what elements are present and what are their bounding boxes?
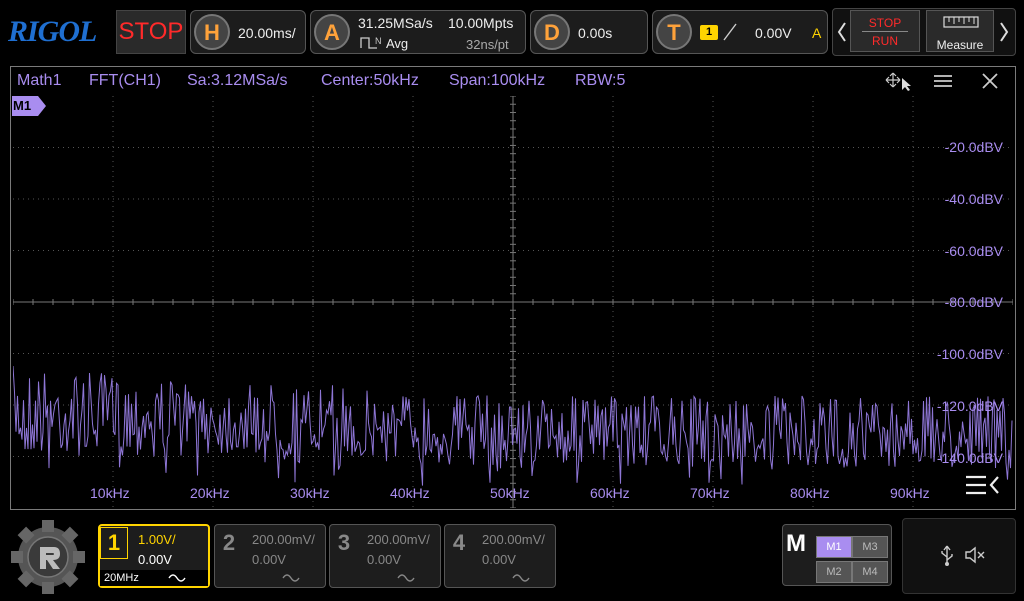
channel-2-offset: 0.00V	[252, 552, 286, 567]
channel-2-scale: 200.00mV/	[252, 532, 315, 547]
trigger-key[interactable]: T	[656, 14, 692, 50]
y-label-140: -140.0dBV	[936, 450, 1003, 466]
timebase-value: 20.00ms/	[238, 25, 296, 41]
channel-3-scale: 200.00mV/	[367, 532, 430, 547]
channel-1-scale: 1.00V/	[138, 532, 176, 547]
x-label-80k: 80kHz	[790, 485, 830, 501]
memory-depth: 10.00Mpts	[448, 15, 514, 31]
math-operation: FFT(CH1)	[89, 72, 161, 89]
ac-coupling-icon	[397, 571, 415, 583]
chevron-left-icon[interactable]	[836, 20, 848, 44]
x-label-90k: 90kHz	[890, 485, 930, 501]
math-span: Span:100kHz	[449, 72, 546, 89]
math-sample-rate: Sa:3.12MSa/s	[187, 72, 288, 89]
y-label-100: -100.0dBV	[936, 346, 1003, 362]
math-rbw: RBW:5	[575, 72, 626, 89]
x-label-30k: 30kHz	[290, 485, 330, 501]
channel-1-bw-limit: 20MHz	[104, 572, 139, 584]
math-m1-button[interactable]: M1	[816, 536, 852, 558]
y-label-60: -60.0dBV	[944, 243, 1003, 259]
x-label-10k: 10kHz	[90, 485, 130, 501]
trigger-source-badge: 1	[700, 25, 718, 40]
channel-4-number: 4	[452, 530, 466, 555]
x-label-20k: 20kHz	[190, 485, 230, 501]
ac-coupling-icon	[282, 571, 300, 583]
measure-label: Measure	[936, 38, 984, 52]
acquire-mode: Avg	[386, 36, 409, 51]
y-label-120: -120.0dBV	[936, 398, 1003, 414]
sample-period: 32ns/pt	[466, 37, 509, 52]
speaker-muted-icon[interactable]	[964, 545, 988, 565]
channel-3-offset: 0.00V	[367, 552, 401, 567]
x-label-50k: 50kHz	[490, 485, 530, 501]
rigol-logo: RIGOL	[8, 15, 97, 48]
x-label-60k: 60kHz	[590, 485, 630, 501]
channel-3-number: 3	[337, 530, 351, 555]
fft-display[interactable]	[13, 96, 1013, 508]
ac-coupling-icon	[168, 571, 186, 583]
menu-icon[interactable]	[932, 72, 954, 90]
channel-4-scale: 200.00mV/	[482, 532, 545, 547]
math-center: Center:50kHz	[321, 72, 419, 89]
delay-value: 0.00s	[578, 25, 613, 41]
x-label-70k: 70kHz	[690, 485, 730, 501]
trigger-level: 0.00V	[755, 25, 792, 41]
math-marker-label: M1	[13, 98, 32, 113]
run-stop-divider	[862, 31, 908, 32]
status-panel	[902, 518, 1016, 594]
usb-icon	[940, 544, 954, 566]
math-title-bar[interactable]: Math1 FFT(CH1) Sa:3.12MSa/s Center:50kHz…	[11, 67, 1015, 95]
trigger-mode: A	[812, 25, 822, 41]
channel-1-offset: 0.00V	[138, 552, 172, 567]
sample-rate: 31.25MSa/s	[358, 15, 433, 31]
math-m2-button[interactable]: M2	[816, 561, 852, 583]
delay-key[interactable]: D	[534, 14, 570, 50]
acquire-mode-n: N	[375, 36, 382, 46]
chevron-right-icon[interactable]	[998, 20, 1010, 44]
channel-2-number: 2	[222, 530, 236, 555]
run-stop-run-label: RUN	[872, 34, 898, 48]
y-label-20: -20.0dBV	[944, 139, 1003, 155]
move-window-icon[interactable]	[884, 70, 914, 92]
rising-edge-icon	[722, 22, 738, 42]
math-m4-button[interactable]: M4	[852, 561, 888, 583]
channel-1-number: 1	[100, 527, 128, 559]
channel-4-offset: 0.00V	[482, 552, 516, 567]
collapse-menu-icon[interactable]	[964, 472, 1002, 498]
acquire-key[interactable]: A	[314, 14, 350, 50]
math-m3-button[interactable]: M3	[852, 536, 888, 558]
y-label-80: -80.0dBV	[944, 294, 1003, 310]
ac-coupling-icon	[512, 571, 530, 583]
run-stop-stop-label: STOP	[868, 16, 902, 30]
close-icon[interactable]	[980, 71, 1000, 91]
math-name: Math1	[17, 72, 62, 89]
home-gear-button[interactable]	[8, 518, 88, 596]
horizontal-key[interactable]: H	[194, 14, 230, 50]
math-menu-key[interactable]: M	[786, 530, 806, 558]
y-label-40: -40.0dBV	[944, 191, 1003, 207]
run-status-indicator[interactable]: STOP	[116, 10, 186, 54]
ruler-icon	[943, 15, 979, 29]
x-label-40k: 40kHz	[390, 485, 430, 501]
